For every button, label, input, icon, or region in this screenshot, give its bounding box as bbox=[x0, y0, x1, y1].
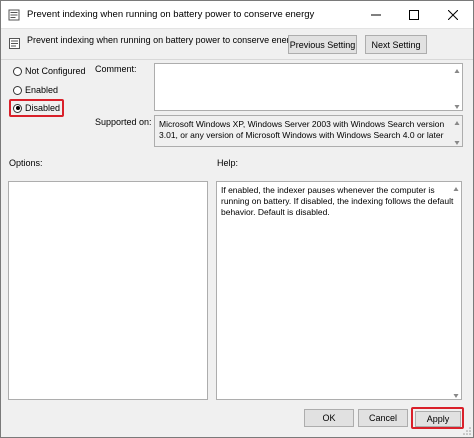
supported-on-field: Microsoft Windows XP, Windows Server 200… bbox=[154, 115, 463, 147]
options-label: Options: bbox=[9, 158, 43, 168]
help-text: If enabled, the indexer pauses whenever … bbox=[221, 185, 454, 217]
title-bar[interactable]: Prevent indexing when running on battery… bbox=[1, 1, 473, 29]
help-label: Help: bbox=[217, 158, 239, 168]
next-setting-button[interactable]: Next Setting bbox=[365, 35, 427, 54]
radio-label: Enabled bbox=[25, 85, 59, 95]
supported-label: Supported on: bbox=[95, 117, 152, 127]
maximize-button[interactable] bbox=[395, 1, 433, 29]
minimize-icon bbox=[371, 10, 381, 20]
help-panel[interactable]: If enabled, the indexer pauses whenever … bbox=[216, 181, 462, 400]
close-icon bbox=[448, 10, 458, 20]
apply-highlight-box bbox=[411, 407, 464, 429]
comment-label: Comment: bbox=[95, 64, 137, 74]
maximize-icon bbox=[409, 10, 419, 20]
scroll-up-icon[interactable] bbox=[454, 66, 460, 73]
cancel-button[interactable]: Cancel bbox=[358, 409, 408, 427]
policy-icon bbox=[9, 38, 20, 49]
previous-setting-button[interactable]: Previous Setting bbox=[288, 35, 357, 54]
supported-value: Microsoft Windows XP, Windows Server 200… bbox=[159, 119, 445, 140]
options-panel[interactable] bbox=[8, 181, 208, 400]
disabled-highlight-box bbox=[9, 99, 64, 117]
scroll-up-icon[interactable] bbox=[453, 184, 459, 191]
help-scrollbar[interactable] bbox=[453, 182, 461, 399]
comment-textarea[interactable] bbox=[154, 63, 463, 111]
scroll-down-icon[interactable] bbox=[454, 138, 460, 145]
policy-dialog: Prevent indexing when running on battery… bbox=[0, 0, 474, 438]
ok-button[interactable]: OK bbox=[304, 409, 354, 427]
separator bbox=[1, 59, 473, 60]
radio-not-configured[interactable]: Not Configured bbox=[13, 66, 86, 76]
scroll-down-icon[interactable] bbox=[454, 102, 460, 109]
scroll-down-icon[interactable] bbox=[453, 391, 459, 398]
radio-label: Not Configured bbox=[25, 66, 86, 76]
close-button[interactable] bbox=[434, 1, 472, 29]
minimize-button[interactable] bbox=[357, 1, 395, 29]
radio-enabled[interactable]: Enabled bbox=[13, 85, 58, 95]
radio-circle[interactable] bbox=[13, 85, 22, 95]
window-title: Prevent indexing when running on battery… bbox=[27, 9, 315, 20]
policy-icon bbox=[8, 9, 20, 21]
resize-grip-icon[interactable] bbox=[463, 427, 471, 435]
radio-circle[interactable] bbox=[13, 66, 22, 76]
scroll-up-icon[interactable] bbox=[454, 118, 460, 125]
policy-name: Prevent indexing when running on battery… bbox=[27, 35, 300, 45]
